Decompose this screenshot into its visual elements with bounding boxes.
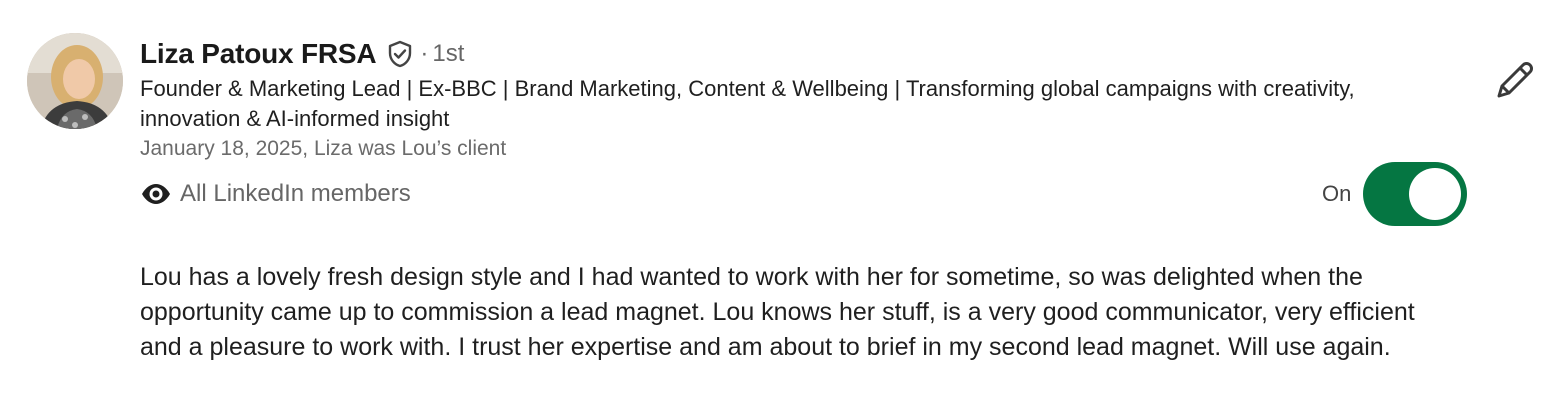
degree-separator: · — [420, 40, 429, 67]
recommendation-card: Liza Patoux FRSA · 1st Founder & Marketi… — [0, 0, 1550, 408]
visibility-toggle[interactable] — [1363, 162, 1468, 226]
pencil-edit-icon[interactable] — [1493, 58, 1537, 102]
toggle-knob — [1409, 168, 1462, 220]
recommendation-header: Liza Patoux FRSA · 1st Founder & Marketi… — [140, 36, 1460, 164]
recommendation-text: Lou has a lovely fresh design style and … — [140, 263, 1415, 361]
eye-icon — [140, 178, 172, 210]
author-name[interactable]: Liza Patoux FRSA — [140, 38, 377, 70]
visibility-row: All LinkedIn members — [140, 178, 411, 210]
visibility-label: All LinkedIn members — [180, 180, 411, 207]
author-headline: Founder & Marketing Lead | Ex-BBC | Bran… — [140, 76, 1355, 131]
avatar[interactable] — [27, 33, 123, 129]
verified-shield-icon — [386, 40, 414, 68]
visibility-toggle-wrap: On — [1322, 162, 1468, 226]
recommendation-meta: January 18, 2025, Liza was Lou’s client — [140, 137, 507, 160]
toggle-label: On — [1322, 181, 1352, 206]
connection-degree: 1st — [432, 40, 465, 67]
name-row: Liza Patoux FRSA · 1st — [140, 36, 1460, 72]
